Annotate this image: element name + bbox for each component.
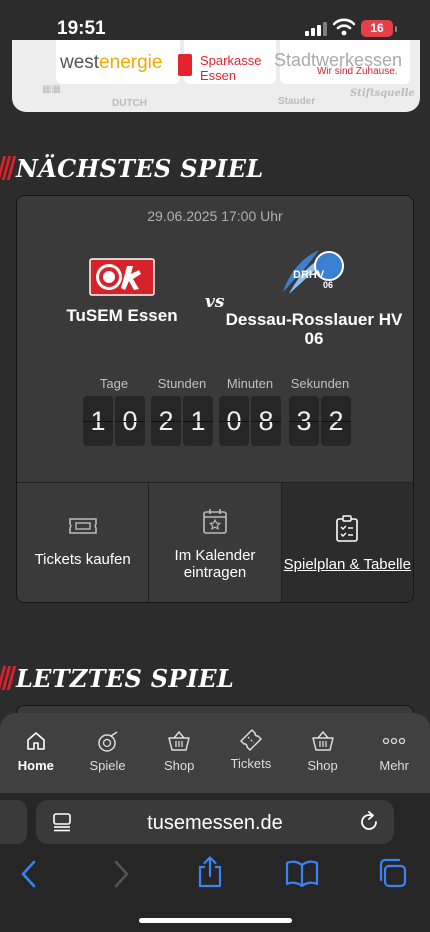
sponsor-stiftsquelle: Stiftsquelle xyxy=(350,88,415,99)
sponsor-faded-logo: ▦▦ xyxy=(42,84,61,95)
address-bar[interactable]: tusemessen.de xyxy=(36,800,394,844)
countdown-digit: 1 xyxy=(83,396,113,446)
schedule-table-label: Spielplan & Tabelle xyxy=(283,556,411,573)
countdown-digit: 2 xyxy=(151,396,181,446)
drhv-logo-icon: DRHV 06 xyxy=(283,250,344,294)
add-to-calendar-button[interactable]: Im Kalender eintragen xyxy=(149,483,282,602)
countdown-minutes: Minuten 0 8 xyxy=(217,376,283,446)
countdown-digit: 0 xyxy=(115,396,145,446)
away-team-name: Dessau-Rosslauer HV 06 xyxy=(225,310,403,348)
home-team[interactable]: TuSEM Essen xyxy=(47,258,197,325)
app-bottom-nav: Home Spiele Shop Tickets Shop Mehr xyxy=(0,713,430,793)
svg-text:06: 06 xyxy=(323,280,333,290)
previous-tab-preview[interactable] xyxy=(0,800,27,844)
battery-icon: 16 xyxy=(361,20,397,37)
sparkasse-logo-text: Sparkasse Essen xyxy=(200,53,262,83)
countdown-digit: 2 xyxy=(321,396,351,446)
nav-mehr[interactable]: Mehr xyxy=(358,713,430,793)
more-icon xyxy=(383,737,406,745)
wifi-icon xyxy=(333,18,355,36)
handball-icon xyxy=(97,731,117,752)
nav-home[interactable]: Home xyxy=(0,713,72,793)
last-match-heading: LETZTES SPIEL xyxy=(0,663,234,693)
nav-spiele[interactable]: Spiele xyxy=(72,713,144,793)
browser-toolbar: tusemessen.de xyxy=(0,793,430,932)
status-time: 19:51 xyxy=(57,18,106,39)
forward-icon[interactable] xyxy=(110,859,132,889)
next-match-heading: NÄCHSTES SPIEL xyxy=(0,153,263,183)
schedule-table-link[interactable]: Spielplan & Tabelle xyxy=(281,483,413,602)
countdown-digit: 3 xyxy=(289,396,319,446)
away-team[interactable]: DRHV 06 Dessau-Rosslauer HV 06 xyxy=(225,244,403,348)
cellular-signal-icon xyxy=(305,22,327,36)
nav-shop-1[interactable]: Shop xyxy=(143,713,215,793)
basket-icon xyxy=(168,730,190,751)
sparkasse-logo-icon xyxy=(178,54,192,76)
reload-icon[interactable] xyxy=(358,811,380,833)
svg-text:DRHV: DRHV xyxy=(293,269,325,281)
ticket-icon xyxy=(68,518,97,534)
clipboard-checklist-icon xyxy=(336,515,359,542)
buy-tickets-button[interactable]: Tickets kaufen xyxy=(17,483,150,602)
tusem-logo-icon xyxy=(89,258,155,296)
tabs-icon[interactable] xyxy=(376,857,408,889)
section-title: LETZTES SPIEL xyxy=(16,663,235,693)
match-actions: Tickets kaufen Im Kalender eintragen Spi… xyxy=(17,482,413,602)
brand-stripes-icon xyxy=(0,156,17,180)
buy-tickets-label: Tickets kaufen xyxy=(34,551,131,568)
home-indicator xyxy=(139,918,292,923)
basket-icon xyxy=(311,730,334,751)
countdown-digit: 1 xyxy=(183,396,213,446)
sponsor-dutch: DUTCH xyxy=(112,98,147,109)
countdown-hours: Stunden 2 1 xyxy=(149,376,215,446)
brand-stripes-icon xyxy=(0,666,17,690)
match-date: 29.06.2025 17:00 Uhr xyxy=(147,208,283,224)
countdown-digit: 8 xyxy=(251,396,281,446)
share-icon[interactable] xyxy=(196,855,224,889)
vs-label: vs xyxy=(205,292,225,312)
back-icon[interactable] xyxy=(18,859,40,889)
section-title: NÄCHSTES SPIEL xyxy=(16,153,264,183)
home-team-name: TuSEM Essen xyxy=(66,306,178,325)
nav-tickets[interactable]: Tickets xyxy=(215,713,287,793)
bookmarks-icon[interactable] xyxy=(285,859,319,887)
countdown-timer: Tage 1 0 Stunden 2 1 Minuten 0 8 Sekunde… xyxy=(17,376,413,448)
ticket-icon xyxy=(240,729,262,751)
sponsor-stauder: Stauder xyxy=(278,96,316,107)
url-text: tusemessen.de xyxy=(147,812,283,834)
countdown-days: Tage 1 0 xyxy=(81,376,147,446)
add-to-calendar-label: Im Kalender eintragen xyxy=(174,547,256,581)
calendar-icon xyxy=(203,509,227,534)
westenergie-logo-text: westenergie xyxy=(60,52,163,73)
stadtwerke-tagline: Wir sind Zuhause. xyxy=(317,66,398,77)
next-match-card: 29.06.2025 17:00 Uhr TuSEM Essen vs DRHV… xyxy=(16,195,414,603)
countdown-seconds: Sekunden 3 2 xyxy=(287,376,353,446)
nav-shop-2[interactable]: Shop xyxy=(287,713,359,793)
countdown-digit: 0 xyxy=(219,396,249,446)
home-icon xyxy=(27,732,45,750)
